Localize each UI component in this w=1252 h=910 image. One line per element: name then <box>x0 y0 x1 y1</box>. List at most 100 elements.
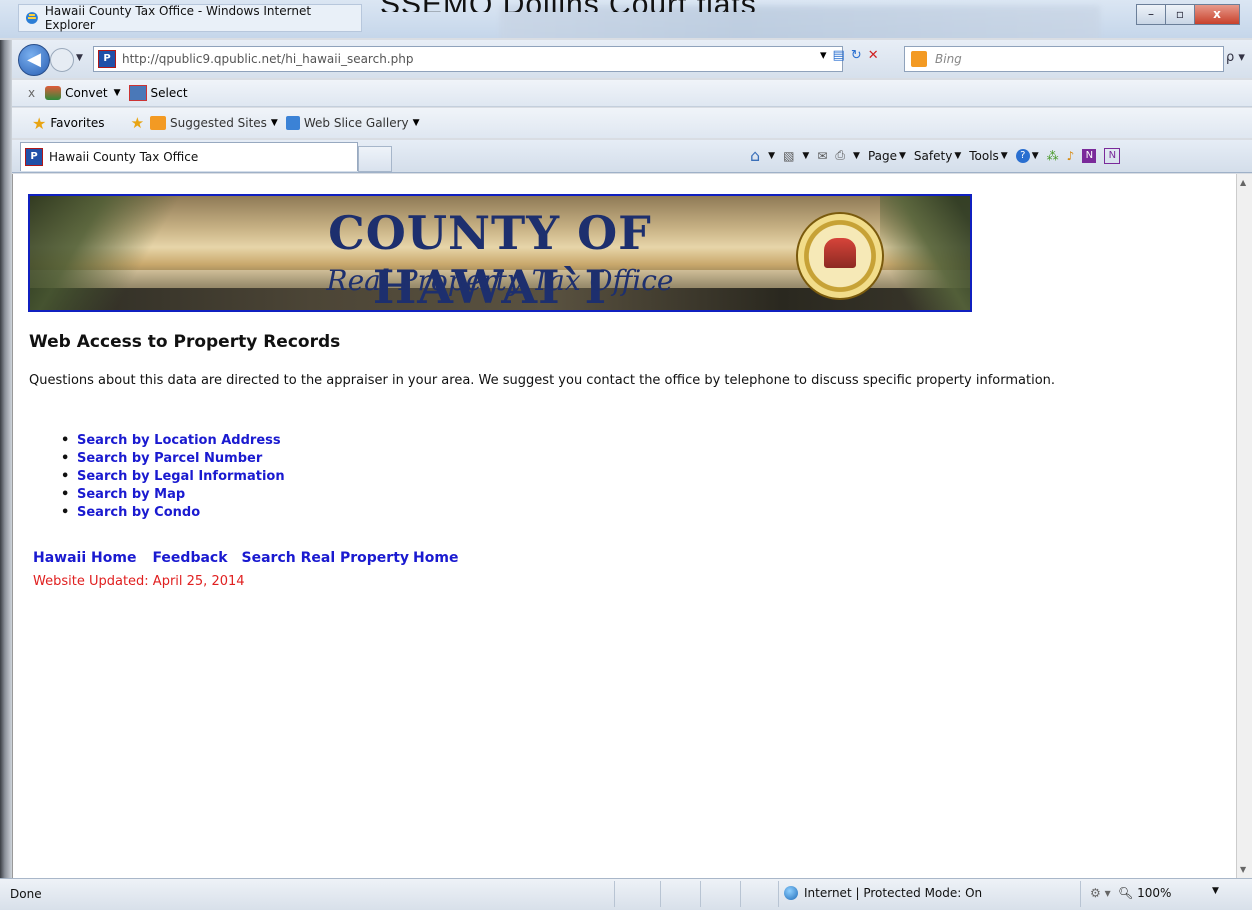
compat-icon[interactable]: ▤ <box>833 48 845 63</box>
url-text: http://qpublic9.qpublic.net/hi_hawaii_se… <box>122 52 414 66</box>
help-dropdown-icon[interactable]: ▼ <box>1032 151 1039 161</box>
search-by-condo-link[interactable]: Search by Condo <box>53 504 285 522</box>
suggested-sites-link[interactable]: Suggested Sites <box>170 116 267 130</box>
onenote-linked-icon[interactable]: N <box>1104 147 1121 164</box>
command-toolbar: ⌂ ▼ ▧ ▼ ✉ ⎙ ▼ Page ▼ Safety ▼ Tools ▼ ? … <box>750 146 1121 165</box>
footer-links: Hawaii Home Feedback Search Real Propert… <box>33 550 458 566</box>
security-zone[interactable]: Internet | Protected Mode: On <box>784 886 982 900</box>
tools-dropdown-icon[interactable]: ▼ <box>1001 151 1008 161</box>
security-zone-text: Internet | Protected Mode: On <box>804 886 983 900</box>
add-favorite-icon[interactable]: ★ <box>131 114 144 132</box>
zoom-dropdown-icon[interactable]: ▼ <box>1212 886 1219 896</box>
favorites-bar: ★ Favorites ★ Suggested Sites ▼ Web Slic… <box>12 108 1252 138</box>
safety-menu[interactable]: Safety <box>914 149 952 163</box>
page-menu[interactable]: Page <box>868 149 897 163</box>
page-viewport: COUNTY OF HAWAI`I Real Property Tax Offi… <box>12 174 1237 878</box>
command-bar: x Convet ▼ Select <box>12 80 1252 107</box>
status-bar: Done Internet | Protected Mode: On ⚙ ▾ 🔍… <box>0 878 1252 910</box>
print-icon[interactable]: ⎙ <box>835 148 845 163</box>
search-by-map-link[interactable]: Search by Map <box>53 486 285 504</box>
select-icon <box>128 85 147 101</box>
maximize-button[interactable]: ▫ <box>1165 4 1195 25</box>
home-dropdown-icon[interactable]: ▼ <box>768 151 775 161</box>
favicon-p-icon: P <box>98 50 116 68</box>
tools-menu[interactable]: Tools <box>969 149 999 163</box>
new-tab-button[interactable] <box>358 146 392 172</box>
help-icon[interactable]: ? <box>1015 148 1030 163</box>
hawaii-home-link[interactable]: Hawaii Home <box>33 550 136 566</box>
close-toolbar-icon[interactable]: x <box>28 86 35 100</box>
safety-dropdown-icon[interactable]: ▼ <box>954 151 961 161</box>
research-icon[interactable]: ⁂ <box>1047 149 1059 163</box>
website-updated-text: Website Updated: April 25, 2014 <box>33 574 245 589</box>
caption-buttons: – ▫ x <box>1136 4 1240 25</box>
home-link[interactable]: Home <box>413 550 458 566</box>
background-window-text: SSEMQ Dollins Court flats innovalmitted … <box>380 0 880 12</box>
banner-subtitle: Real Property Tax Office <box>326 264 674 297</box>
mail-icon[interactable]: ✉ <box>817 149 827 163</box>
title-bar: SSEMQ Dollins Court flats innovalmitted … <box>0 0 1252 38</box>
convert-button[interactable]: Convet <box>65 86 108 100</box>
page-dropdown-icon[interactable]: ▼ <box>899 151 906 161</box>
tab-label: Hawaii County Tax Office <box>49 150 199 164</box>
search-real-property-link[interactable]: Search Real Property <box>242 550 410 566</box>
history-dropdown-icon[interactable]: ▼ <box>76 53 83 63</box>
translate-icon[interactable]: ♪ <box>1067 149 1075 163</box>
refresh-icon[interactable]: ↻ <box>851 48 862 63</box>
stop-icon[interactable]: ✕ <box>868 48 879 63</box>
suggested-dropdown-icon[interactable]: ▼ <box>271 118 278 128</box>
search-by-legal-link[interactable]: Search by Legal Information <box>53 468 285 486</box>
page-title: Web Access to Property Records <box>29 332 341 352</box>
favicon-p-icon: P <box>25 148 43 166</box>
search-placeholder: Bing <box>935 52 962 66</box>
vertical-scrollbar[interactable]: ▲ ▼ <box>1236 174 1252 878</box>
feedback-link[interactable]: Feedback <box>152 550 227 566</box>
convert-dropdown-icon[interactable]: ▼ <box>114 88 121 98</box>
status-divider <box>1080 881 1081 907</box>
home-icon[interactable]: ⌂ <box>750 146 760 165</box>
county-seal-icon <box>796 212 884 300</box>
scroll-up-icon[interactable]: ▲ <box>1240 178 1246 187</box>
status-divider <box>614 881 615 907</box>
window-title-text: Hawaii County Tax Office - Windows Inter… <box>44 4 312 32</box>
select-button[interactable]: Select <box>151 86 188 100</box>
dropdown-icon[interactable]: ▾ <box>820 48 827 63</box>
status-divider <box>700 881 701 907</box>
minimize-button[interactable]: – <box>1136 4 1166 25</box>
scroll-down-icon[interactable]: ▼ <box>1240 865 1246 874</box>
county-banner: COUNTY OF HAWAI`I Real Property Tax Offi… <box>28 194 972 312</box>
web-slice-gallery-link[interactable]: Web Slice Gallery <box>304 116 409 130</box>
feeds-icon[interactable]: ▧ <box>783 149 794 163</box>
left-edge <box>0 40 12 878</box>
window-title: Hawaii County Tax Office - Windows Inter… <box>18 4 362 32</box>
search-by-parcel-link[interactable]: Search by Parcel Number <box>53 450 285 468</box>
intro-text: Questions about this data are directed t… <box>29 373 1056 388</box>
webslice-dropdown-icon[interactable]: ▼ <box>413 118 420 128</box>
search-icon[interactable]: ρ ▾ <box>1226 50 1245 65</box>
close-button[interactable]: x <box>1194 4 1240 25</box>
status-text: Done <box>10 887 42 901</box>
star-icon: ★ <box>32 113 47 133</box>
zoom-level[interactable]: 🔍︎ 100% <box>1118 886 1171 900</box>
feeds-dropdown-icon[interactable]: ▼ <box>802 151 809 161</box>
status-divider <box>778 881 779 907</box>
ie-icon <box>25 12 38 24</box>
zoom-text: 100% <box>1137 886 1172 900</box>
favorites-button[interactable]: Favorites <box>50 116 104 130</box>
search-input[interactable]: Bing <box>904 46 1224 72</box>
webslice-icon <box>285 116 300 130</box>
tab-hawaii-county[interactable]: P Hawaii County Tax Office <box>20 142 358 171</box>
url-input[interactable]: P http://qpublic9.qpublic.net/hi_hawaii_… <box>93 46 843 72</box>
search-by-location-link[interactable]: Search by Location Address <box>53 432 285 450</box>
print-dropdown-icon[interactable]: ▼ <box>853 151 860 161</box>
palm-left <box>30 196 180 310</box>
status-divider <box>740 881 741 907</box>
address-icons: ▾ ▤ ↻ ✕ <box>820 48 879 63</box>
protected-mode-icon[interactable]: ⚙ ▾ <box>1090 886 1111 900</box>
forward-button[interactable] <box>50 48 74 72</box>
suggested-icon <box>150 116 167 130</box>
back-button[interactable]: ◀ <box>18 44 50 76</box>
globe-icon <box>784 886 798 900</box>
onenote-icon[interactable]: N <box>1082 148 1097 163</box>
convert-icon <box>45 86 62 100</box>
